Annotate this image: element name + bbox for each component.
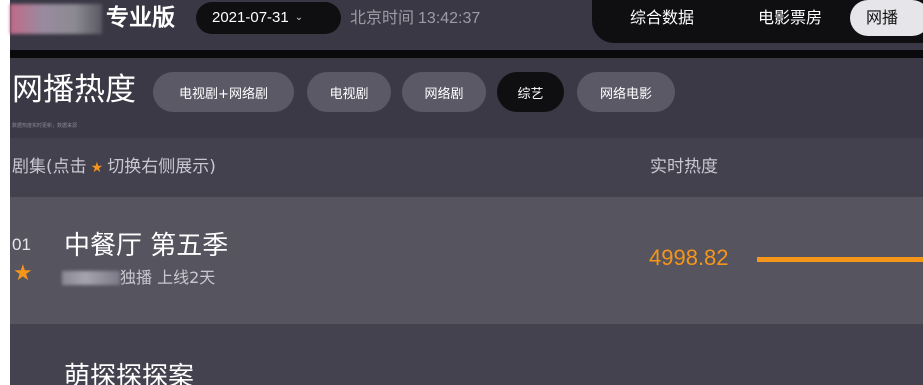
column-title-suffix: 切换右侧展示) <box>107 157 216 177</box>
column-header-title: 剧集(点击 ★ 切换右侧展示) <box>12 138 216 198</box>
nav-box-office[interactable]: 电影票房 <box>758 0 822 36</box>
show-title: 中餐厅 第五季 <box>64 231 229 261</box>
nav-overview[interactable]: 综合数据 <box>630 0 694 36</box>
brand-title: 专业版 <box>106 5 175 31</box>
table-header: 剧集(点击 ★ 切换右侧展示) 实时热度 <box>10 138 923 197</box>
heat-bar <box>757 257 923 262</box>
tab-tv-and-web-series[interactable]: 电视剧+网络剧 <box>153 72 294 112</box>
header-divider <box>10 50 923 58</box>
section-header: 网播热度 数据热度实时更新，数据来源 电视剧+网络剧 电视剧 网络剧 综艺 网络… <box>10 58 923 138</box>
show-title: 萌探探探案 <box>64 362 195 385</box>
table-row[interactable]: 萌探探探案 <box>10 324 923 385</box>
page-title: 网播热度 <box>12 72 136 108</box>
tab-variety[interactable]: 综艺 <box>497 72 564 112</box>
column-title-prefix: 剧集(点击 <box>12 157 87 177</box>
tab-tv-series[interactable]: 电视剧 <box>307 72 391 112</box>
nav-online-streaming[interactable]: 网播 <box>850 0 923 36</box>
tab-web-movies[interactable]: 网络电影 <box>577 72 675 112</box>
column-header-heat: 实时热度 <box>650 157 718 177</box>
show-meta: 独播 上线2天 <box>120 268 216 287</box>
clock-label: 北京时间 <box>350 8 415 27</box>
heat-value: 4998.82 <box>649 245 729 270</box>
clock-time: 13:42:37 <box>418 10 481 27</box>
tab-web-series[interactable]: 网络剧 <box>402 72 486 112</box>
chevron-down-icon: ⌄ <box>294 12 304 23</box>
main-nav: 综合数据 电影票房 网播 <box>592 0 923 43</box>
star-icon[interactable]: ★ <box>13 261 33 287</box>
date-value: 2021-07-31 <box>212 9 289 26</box>
star-icon: ★ <box>90 160 104 176</box>
platform-logo <box>62 271 120 285</box>
date-picker[interactable]: 2021-07-31 ⌄ <box>196 2 341 34</box>
beijing-clock: 北京时间 13:42:37 <box>350 2 480 35</box>
logo[interactable] <box>10 4 102 34</box>
top-bar: 专业版 2021-07-31 ⌄ 北京时间 13:42:37 综合数据 电影票房 … <box>10 0 923 50</box>
data-note: 数据热度实时更新，数据来源 <box>12 123 78 129</box>
rank-number: 01 <box>12 235 31 254</box>
table-row[interactable]: 01 ★ 中餐厅 第五季 独播 上线2天 4998.82 <box>10 197 923 324</box>
